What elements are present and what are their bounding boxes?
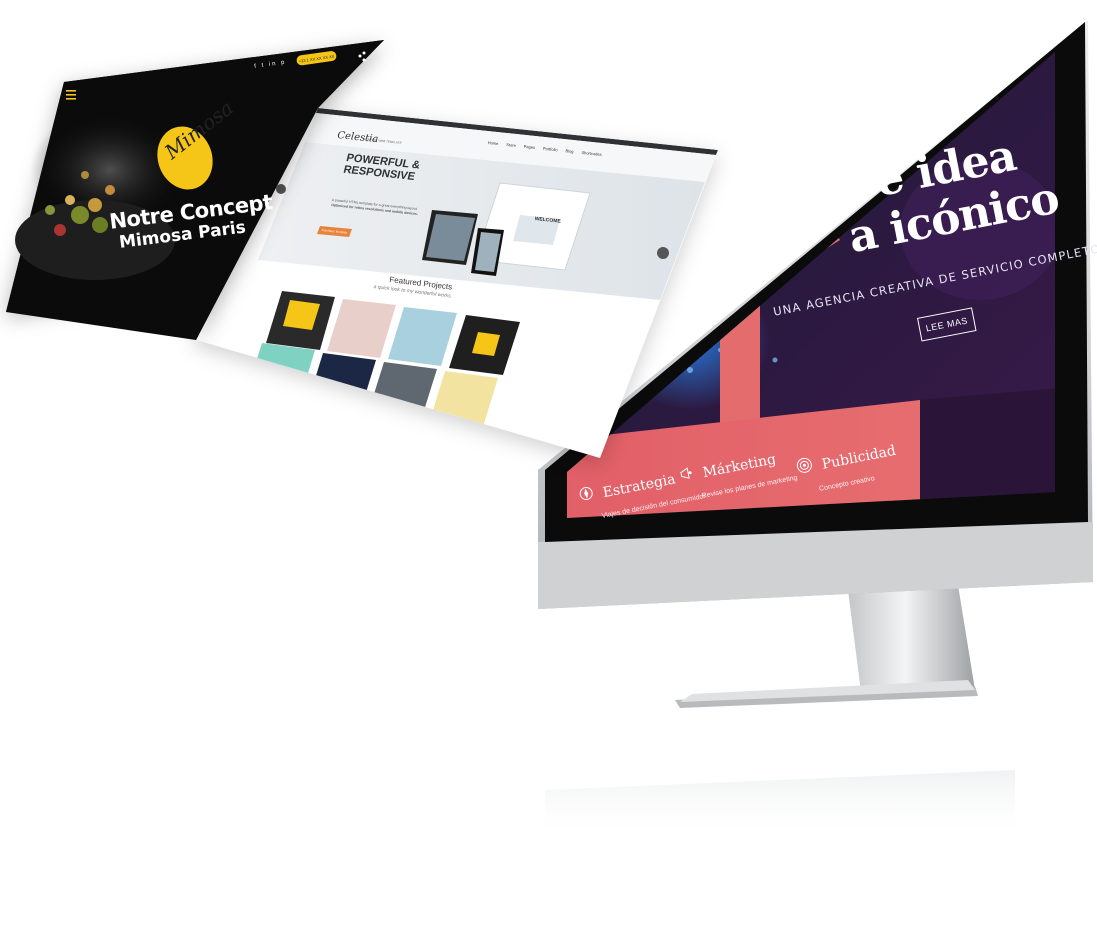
showcase-stage: De idea a icónico UNA AGENCIA CREATIVA D… bbox=[0, 0, 1097, 926]
menu-icon[interactable] bbox=[66, 90, 76, 100]
mimosa-panel bbox=[6, 40, 384, 340]
